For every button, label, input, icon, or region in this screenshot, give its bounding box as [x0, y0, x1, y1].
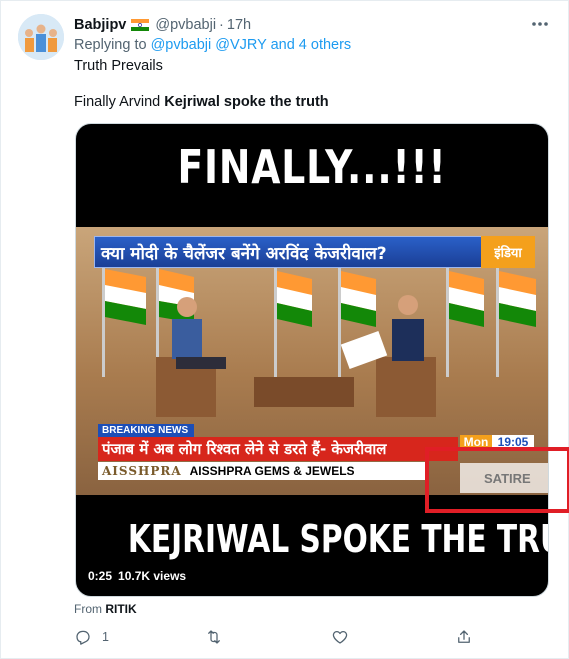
- media-source-name[interactable]: RITIK: [105, 602, 136, 616]
- sponsor-name: AISSHPRA GEMS & JEWELS: [189, 464, 355, 478]
- video-info: 0:25 10.7K views: [88, 569, 186, 583]
- avatar[interactable]: [18, 14, 64, 60]
- video-top-caption: FINALLY...!!!: [177, 140, 447, 194]
- share-icon: [458, 630, 470, 643]
- video-bottom-caption: KEJRIWAL SPOKE THE TRUTH: [127, 517, 548, 561]
- tweet-header: Babjipv @pvbabji · 17h: [74, 15, 251, 35]
- news-ticker: पंजाब में अब लोग रिश्वत लेने से डरते हैं…: [98, 437, 458, 461]
- like-icon: [332, 630, 348, 644]
- display-name[interactable]: Babjipv: [74, 17, 126, 33]
- channel-logo: इंडिया: [481, 236, 535, 268]
- tweet-actions: 1: [74, 625, 474, 649]
- tweet-text-line-1: Truth Prevails: [74, 58, 163, 74]
- tweet-text-bold: Kejriwal spoke the truth: [164, 94, 329, 110]
- timestamp[interactable]: 17h: [227, 17, 251, 33]
- share-button[interactable]: [455, 625, 483, 649]
- news-headline-bar: क्या मोदी के चैलेंजर बनेंगे अरविंद केजरी…: [94, 236, 534, 268]
- flag-india-icon: [131, 19, 150, 31]
- media-source-label: From: [74, 602, 102, 616]
- sponsor-strip: AISSHPRA AISSHPRA GEMS & JEWELS: [98, 462, 428, 480]
- breaking-news-label: BREAKING NEWS: [98, 424, 194, 437]
- video-duration: 0:25: [88, 569, 113, 583]
- reply-mentions-link[interactable]: @pvbabji @VJRY and 4 others: [151, 37, 352, 53]
- reply-button[interactable]: 1: [74, 625, 109, 649]
- tweet-card[interactable]: Babjipv @pvbabji · 17h Replying to @pvba…: [0, 0, 569, 659]
- tweet-text-line-2: Finally Arvind Kejriwal spoke the truth: [74, 94, 329, 110]
- replying-to-label: Replying to: [74, 37, 147, 53]
- like-button[interactable]: [331, 625, 359, 649]
- video-player[interactable]: FINALLY...!!! क्या मोदी के चैलेंजर बनेंग…: [75, 123, 549, 597]
- retweet-button[interactable]: [205, 625, 233, 649]
- reply-icon: [76, 630, 90, 645]
- highlight-box: [425, 447, 569, 513]
- retweet-icon: [208, 630, 220, 644]
- video-views: 10.7K views: [118, 569, 187, 583]
- tweet-text-prefix: Finally Arvind: [74, 94, 165, 110]
- media-source: From RITIK: [74, 602, 137, 616]
- more-icon[interactable]: [527, 13, 553, 35]
- user-handle[interactable]: @pvbabji: [155, 17, 216, 33]
- sponsor-logo: AISSHPRA: [102, 464, 182, 478]
- reply-count: 1: [102, 630, 109, 644]
- replying-to: Replying to @pvbabji @VJRY and 4 others: [74, 37, 351, 53]
- separator: ·: [219, 17, 224, 33]
- news-headline: क्या मोदी के चैलेंजर बनेंगे अरविंद केजरी…: [101, 243, 387, 264]
